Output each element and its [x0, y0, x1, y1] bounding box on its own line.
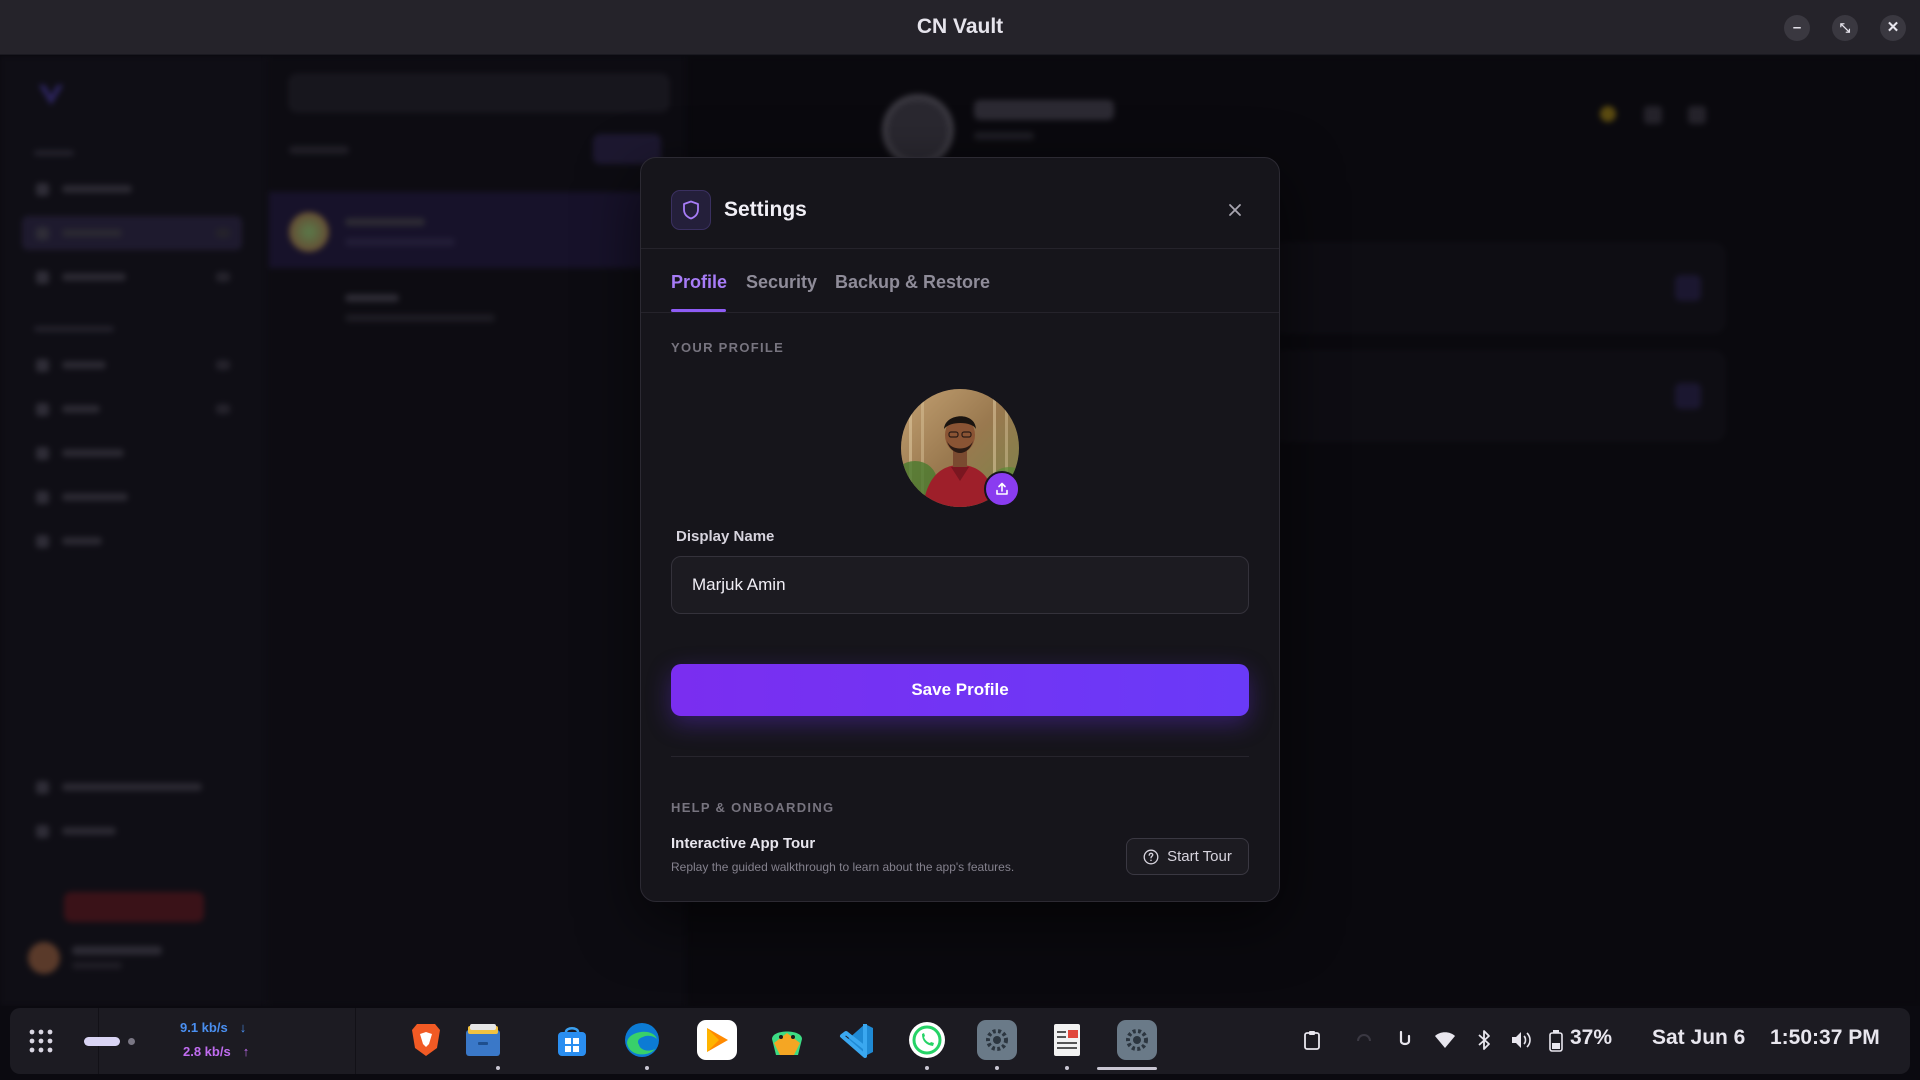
upload-icon — [996, 482, 1008, 495]
minimize-button[interactable]: – — [1784, 15, 1810, 41]
active-app-indicator — [1097, 1067, 1157, 1070]
modal-header: Settings — [641, 158, 1279, 249]
net-upload-speed: 2.8 kb/s ↑ — [183, 1044, 250, 1059]
close-window-button[interactable]: ✕ — [1880, 15, 1906, 41]
clock-time[interactable]: 1:50:37 PM — [1770, 1026, 1880, 1050]
display-name-label: Display Name — [676, 528, 775, 545]
battery-icon[interactable] — [1549, 1030, 1563, 1052]
tour-title: Interactive App Tour — [671, 835, 816, 852]
brave-browser-icon[interactable] — [406, 1020, 446, 1060]
shield-icon — [671, 190, 711, 230]
help-onboarding-label: HELP & ONBOARDING — [671, 800, 835, 815]
tab-security[interactable]: Security — [746, 272, 817, 293]
upload-avatar-button[interactable] — [984, 471, 1020, 507]
wifi-icon[interactable] — [1434, 1031, 1456, 1049]
save-profile-button[interactable]: Save Profile — [671, 664, 1249, 716]
vault-logo-icon — [39, 85, 63, 105]
edge-browser-icon[interactable] — [622, 1020, 662, 1060]
settings-active-icon[interactable] — [1117, 1020, 1157, 1060]
app-grid-icon[interactable] — [28, 1028, 54, 1054]
vscode-icon[interactable] — [837, 1020, 877, 1060]
active-tab-indicator — [671, 309, 726, 312]
software-store-icon[interactable] — [552, 1020, 592, 1060]
window-titlebar: CN Vault – ⤡ ✕ — [0, 0, 1920, 55]
tab-backup-restore[interactable]: Backup & Restore — [835, 272, 990, 293]
your-profile-label: YOUR PROFILE — [671, 340, 785, 355]
settings-tabs: Profile Security Backup & Restore — [641, 249, 1279, 313]
files-icon[interactable] — [463, 1020, 503, 1060]
section-divider — [671, 756, 1249, 757]
clock-date[interactable]: Sat Jun 6 — [1652, 1026, 1745, 1050]
volume-icon[interactable] — [1510, 1030, 1532, 1050]
start-tour-label: Start Tour — [1167, 848, 1232, 865]
settings-app-icon[interactable] — [977, 1020, 1017, 1060]
play-store-icon[interactable] — [697, 1020, 737, 1060]
taskbar: 9.1 kb/s ↓ 2.8 kb/s ↑ 37% Sat Jun 6 1:50… — [10, 1008, 1910, 1074]
sync-icon[interactable] — [1355, 1032, 1373, 1050]
vpn-icon[interactable] — [1396, 1030, 1414, 1050]
bluetooth-icon[interactable] — [1477, 1029, 1491, 1051]
help-circle-icon — [1143, 849, 1159, 864]
modal-title: Settings — [724, 198, 807, 221]
tour-description: Replay the guided walkthrough to learn a… — [671, 860, 1015, 874]
battery-percentage: 37% — [1570, 1026, 1613, 1049]
settings-modal: Settings Profile Security Backup & Resto… — [640, 157, 1280, 902]
close-icon[interactable] — [1223, 198, 1247, 222]
clipboard-icon[interactable] — [1303, 1030, 1321, 1050]
restore-button[interactable]: ⤡ — [1832, 15, 1858, 41]
display-name-input[interactable] — [671, 556, 1249, 614]
workspace-dot[interactable] — [128, 1038, 135, 1045]
workspace-indicator[interactable] — [84, 1037, 120, 1046]
window-title: CN Vault — [916, 15, 1004, 38]
net-download-speed: 9.1 kb/s ↓ — [180, 1020, 247, 1035]
tab-profile[interactable]: Profile — [671, 272, 727, 293]
android-studio-icon[interactable] — [767, 1020, 807, 1060]
background-sidebar — [0, 56, 268, 1006]
start-tour-button[interactable]: Start Tour — [1126, 838, 1249, 875]
text-editor-icon[interactable] — [1047, 1020, 1087, 1060]
whatsapp-icon[interactable] — [907, 1020, 947, 1060]
background-list — [268, 56, 689, 1006]
